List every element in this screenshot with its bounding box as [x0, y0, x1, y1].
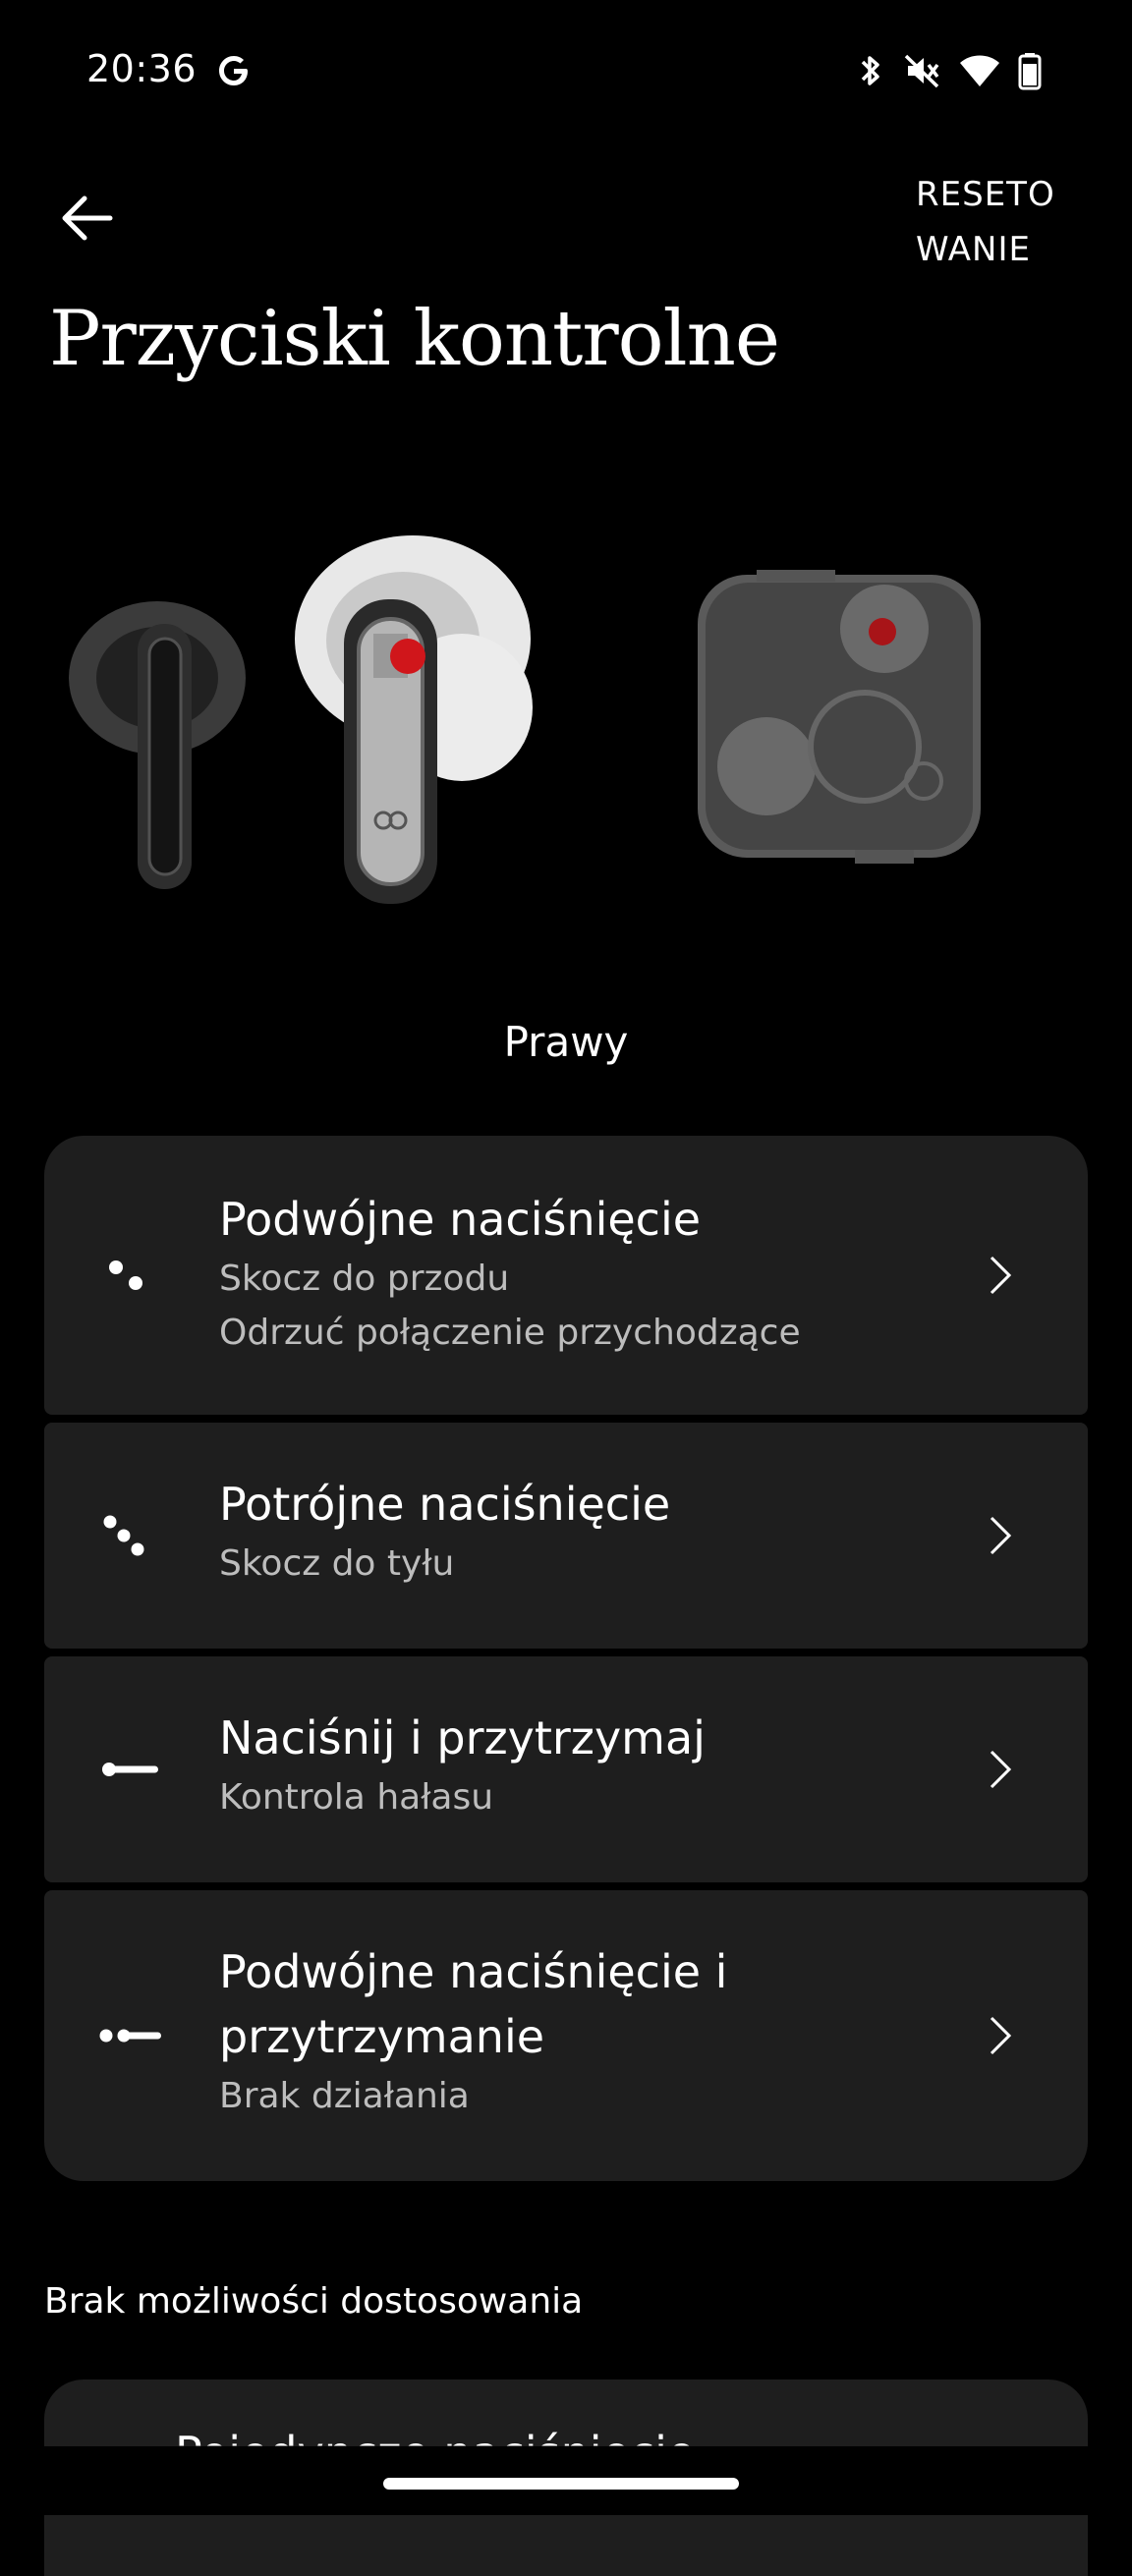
control-title: Podwójne naciśnięcie i — [219, 1945, 728, 1998]
control-card-press-hold[interactable]: Naciśnij i przytrzymaj Kontrola hałasu — [44, 1656, 1088, 1882]
chevron-right-icon — [990, 1516, 1012, 1555]
control-title: przytrzymanie — [219, 2010, 545, 2063]
status-time: 20:36 — [86, 47, 198, 90]
reset-button[interactable]: RESETO WANIE — [916, 167, 1073, 277]
control-title: Naciśnij i przytrzymaj — [219, 1711, 706, 1764]
page-title: Przyciski kontrolne — [49, 295, 780, 383]
mute-icon — [904, 54, 939, 88]
chevron-right-icon — [990, 2016, 1012, 2055]
control-card-double-press-hold[interactable]: Podwójne naciśnięcie i przytrzymanie Bra… — [44, 1890, 1088, 2181]
triple-tap-icon — [103, 1515, 144, 1556]
control-subtitle: Kontrola hałasu — [219, 1777, 494, 1818]
control-card-double-press[interactable]: Podwójne naciśnięcie Skocz do przodu Odr… — [44, 1136, 1088, 1415]
control-title: Podwójne naciśnięcie — [219, 1193, 702, 1246]
google-g-icon — [214, 51, 254, 90]
control-subtitle: Odrzuć połączenie przychodzące — [219, 1313, 801, 1353]
arrow-left-icon — [62, 196, 113, 241]
control-subtitle: Skocz do tyłu — [219, 1543, 455, 1584]
charging-case-image — [698, 570, 981, 864]
double-tap-icon — [109, 1260, 142, 1290]
double-tap-hold-icon — [99, 2029, 161, 2043]
status-icons — [857, 51, 1042, 90]
control-card-triple-press[interactable]: Potrójne naciśnięcie Skocz do tyłu — [44, 1423, 1088, 1649]
battery-icon — [1018, 53, 1042, 90]
control-title: Potrójne naciśnięcie — [219, 1478, 671, 1531]
control-subtitle: Brak działania — [219, 2076, 470, 2116]
selected-earbud-label: Prawy — [503, 1018, 629, 1066]
bluetooth-icon — [861, 56, 879, 85]
back-button[interactable] — [51, 183, 122, 253]
chevron-right-icon — [990, 1750, 1012, 1789]
wifi-icon — [960, 55, 999, 86]
home-indicator[interactable] — [383, 2478, 739, 2490]
chevron-right-icon — [990, 1256, 1012, 1295]
left-earbud-image — [69, 601, 246, 889]
right-earbud-image — [295, 535, 533, 904]
section-header-non-customizable: Brak możliwości dostosowania — [44, 2281, 584, 2322]
control-subtitle: Skocz do przodu — [219, 1259, 510, 1299]
press-hold-icon — [102, 1763, 158, 1776]
earbuds-illustration — [69, 535, 981, 904]
